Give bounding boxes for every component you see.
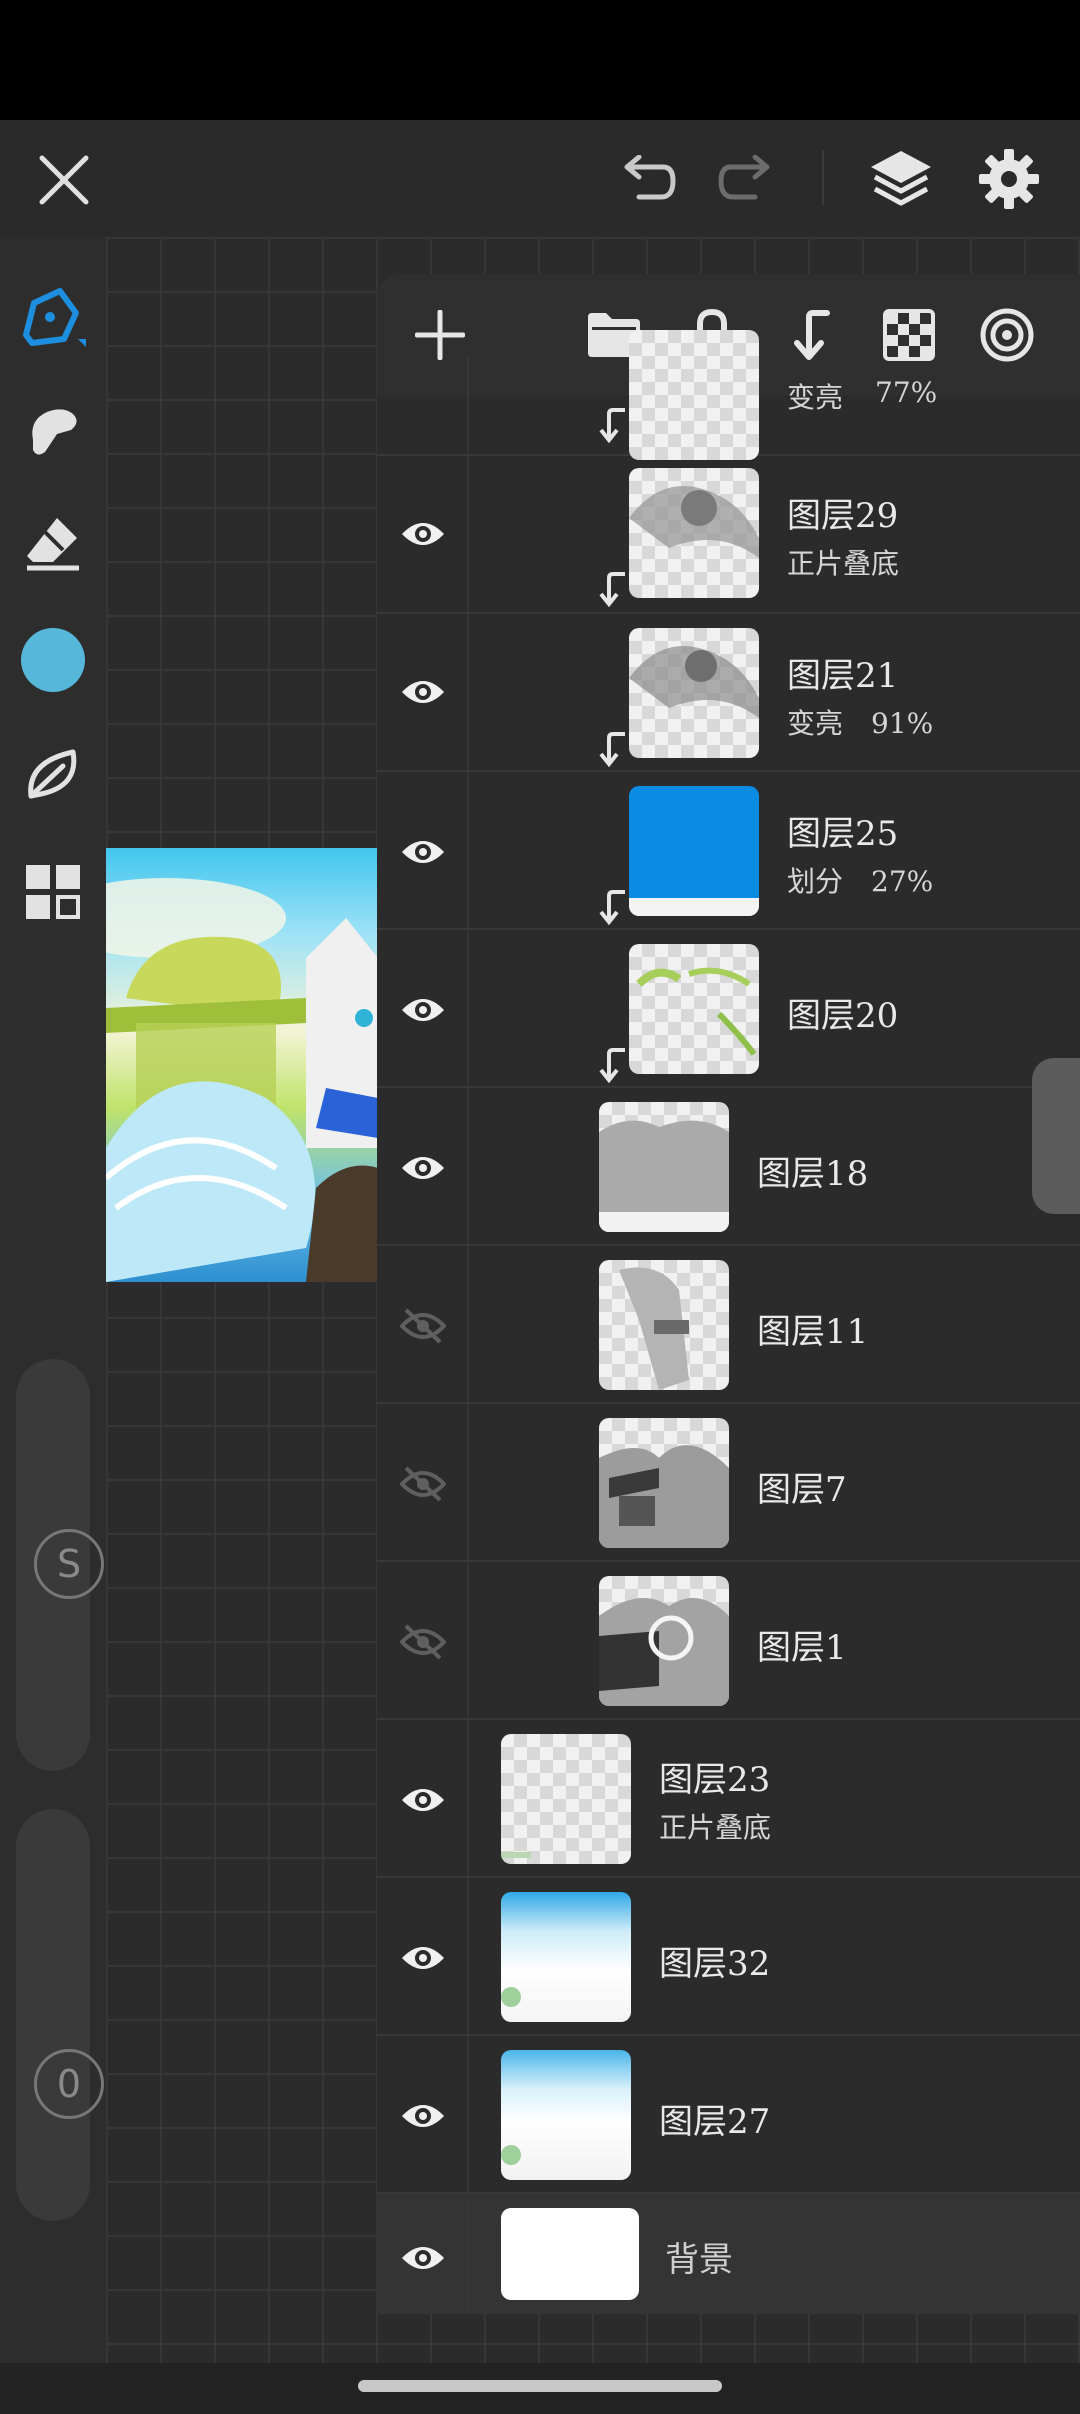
layer-name: 图层11 xyxy=(757,1312,869,1352)
eye-icon[interactable] xyxy=(397,990,449,1030)
eye-icon[interactable] xyxy=(397,1148,449,1188)
layer-thumbnail xyxy=(599,1418,729,1548)
layer-thumbnail xyxy=(629,468,759,598)
layer-row[interactable]: 图层1 xyxy=(377,1562,1080,1720)
layer-name: 图层18 xyxy=(757,1154,869,1194)
panel-drag-handle[interactable] xyxy=(1032,1058,1080,1214)
layer-name: 图层20 xyxy=(787,996,899,1036)
layer-row[interactable]: 图层21 变亮 91% xyxy=(377,614,1080,772)
layer-name: 图层23 xyxy=(659,1760,771,1800)
layer-row[interactable]: 图层29 正片叠底 xyxy=(377,456,1080,614)
layer-name: 图层21 xyxy=(787,656,899,696)
layer-thumbnail xyxy=(501,1734,631,1864)
layer-thumbnail xyxy=(501,2050,631,2180)
eye-icon[interactable] xyxy=(397,2096,449,2136)
layer-name: 图层1 xyxy=(757,1628,847,1668)
layer-thumbnail xyxy=(501,1892,631,2022)
layer-thumbnail xyxy=(599,1576,729,1706)
smudge-icon[interactable] xyxy=(18,395,88,465)
canvas-artwork xyxy=(106,848,378,1282)
layer-row-background[interactable]: 背景 xyxy=(377,2194,1080,2314)
layer-blend-mode: 正片叠底 xyxy=(659,1811,772,1844)
layer-name: 图层25 xyxy=(787,814,899,854)
layer-blend-mode: 变亮 xyxy=(787,381,844,414)
layer-opacity: 77% xyxy=(875,376,938,409)
layer-name: 图层7 xyxy=(757,1470,847,1510)
eraser-icon[interactable] xyxy=(18,507,88,577)
eye-icon[interactable] xyxy=(397,514,449,554)
layer-row[interactable]: 图层25 划分 27% xyxy=(377,772,1080,930)
color-swatch[interactable] xyxy=(18,625,88,695)
opacity-slider[interactable]: 0 xyxy=(16,1809,104,2221)
status-bar xyxy=(0,0,1080,120)
eye-icon[interactable] xyxy=(397,672,449,712)
eye-icon[interactable] xyxy=(397,1938,449,1978)
layer-blend-mode: 正片叠底 xyxy=(787,547,900,580)
layer-name: 图层32 xyxy=(659,1944,771,1984)
layer-thumbnail xyxy=(501,2208,639,2300)
clip-arrow-icon xyxy=(599,732,625,768)
layer-name: 背景 xyxy=(665,2240,733,2280)
brush-size-label: S xyxy=(34,1529,104,1599)
eye-icon[interactable] xyxy=(397,1780,449,1820)
redo-icon[interactable] xyxy=(712,146,782,216)
left-toolbar: S 0 xyxy=(0,237,106,2363)
clip-arrow-icon xyxy=(599,890,625,926)
layer-blend-mode: 划分 27% xyxy=(787,865,934,898)
eye-off-icon[interactable] xyxy=(397,1464,449,1504)
pen-icon[interactable] xyxy=(18,281,88,351)
layer-row[interactable]: 图层7 xyxy=(377,1404,1080,1562)
clip-arrow-icon xyxy=(599,572,625,608)
layer-row[interactable]: 图层32 xyxy=(377,1878,1080,2036)
clip-arrow-icon xyxy=(599,408,625,444)
layer-row[interactable]: 图层20 xyxy=(377,930,1080,1088)
gear-icon[interactable] xyxy=(972,142,1046,216)
layer-row[interactable]: 图层23 正片叠底 xyxy=(377,1720,1080,1878)
layer-thumbnail xyxy=(629,944,759,1074)
layers-panel: 变亮 77% 图层29 正片叠底 图层21 变亮 91% 图层25 划分 27%… xyxy=(377,274,1080,2314)
eye-off-icon[interactable] xyxy=(397,1306,449,1346)
layer-thumbnail xyxy=(629,786,759,916)
grid-icon[interactable] xyxy=(18,857,88,927)
layer-row[interactable]: 图层18 xyxy=(377,1088,1080,1246)
layer-row[interactable]: 变亮 77% xyxy=(377,330,1080,460)
layer-thumbnail xyxy=(599,1102,729,1232)
eye-icon[interactable] xyxy=(397,2238,449,2278)
layer-row[interactable]: 图层11 xyxy=(377,1246,1080,1404)
toolbar-divider xyxy=(822,150,824,205)
layer-name: 图层29 xyxy=(787,496,899,536)
layer-thumbnail xyxy=(629,628,759,758)
undo-icon[interactable] xyxy=(612,146,682,216)
layer-row[interactable]: 图层27 xyxy=(377,2036,1080,2194)
close-icon[interactable] xyxy=(32,148,96,212)
layer-blend-mode: 变亮 91% xyxy=(787,707,934,740)
layer-name: 图层27 xyxy=(659,2102,771,2142)
eye-icon[interactable] xyxy=(397,832,449,872)
clip-arrow-icon xyxy=(599,1048,625,1084)
layers-icon[interactable] xyxy=(864,142,938,216)
layer-thumbnail xyxy=(629,330,759,460)
eye-off-icon[interactable] xyxy=(397,1622,449,1662)
brush-size-slider[interactable]: S xyxy=(16,1359,104,1771)
home-indicator[interactable] xyxy=(358,2380,722,2392)
layer-thumbnail xyxy=(599,1260,729,1390)
leaf-icon[interactable] xyxy=(18,739,88,809)
top-bar xyxy=(0,120,1080,237)
opacity-label: 0 xyxy=(34,2049,104,2119)
